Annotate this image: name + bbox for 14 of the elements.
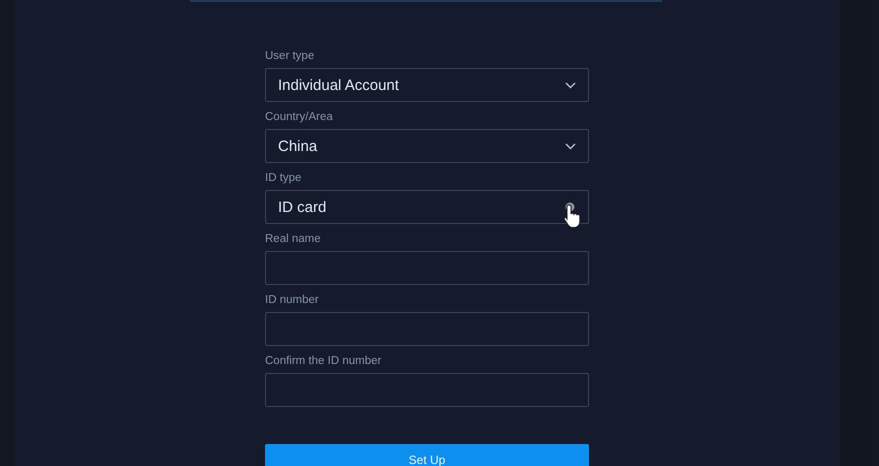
field-label: User type <box>265 49 316 64</box>
input-field[interactable] <box>265 373 589 407</box>
field-label: Confirm the ID number <box>265 354 382 369</box>
input-field[interactable] <box>265 312 589 346</box>
chevron-down-icon <box>565 82 576 88</box>
dropdown[interactable]: China <box>265 129 589 163</box>
input-field[interactable] <box>265 251 589 285</box>
field-label: ID type <box>265 171 302 186</box>
chevron-down-icon <box>565 142 576 150</box>
hand-cursor-icon <box>563 203 583 229</box>
field-label: ID number <box>265 293 320 308</box>
dropdown[interactable]: Individual Account <box>265 68 589 102</box>
field-label: Real name <box>265 232 322 247</box>
field-label: Country/Area <box>265 110 334 125</box>
